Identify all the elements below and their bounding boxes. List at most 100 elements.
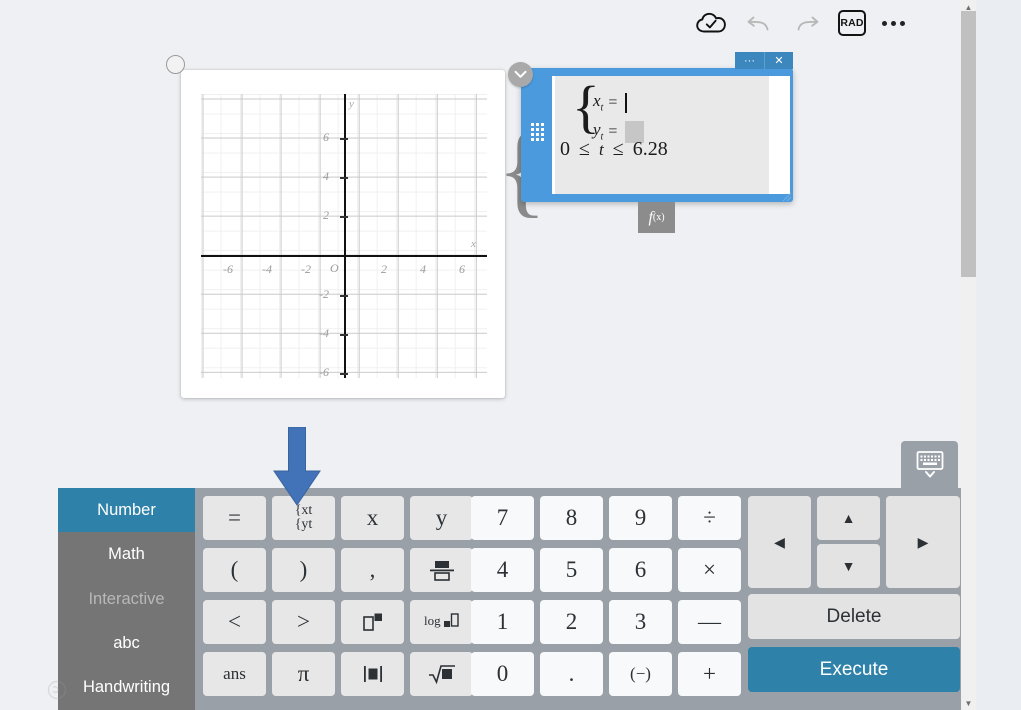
key-decimal-point[interactable]: . — [540, 652, 603, 696]
angle-mode-button[interactable]: RAD — [838, 10, 866, 36]
cloud-check-icon-svg — [696, 12, 726, 33]
svg-text:log: log — [424, 613, 441, 628]
x-tick-label: -4 — [262, 262, 272, 276]
negative-sign-label: (−) — [630, 664, 651, 683]
key-fraction[interactable] — [410, 548, 473, 592]
undo-icon[interactable] — [742, 6, 776, 40]
workspace: RAD 6 4 2 -2 -4 -6 -6 -4 -2 2 4 6 O y x … — [0, 0, 968, 710]
graph-card[interactable]: 6 4 2 -2 -4 -6 -6 -4 -2 2 4 6 O y x — [166, 55, 505, 398]
redo-icon-svg — [797, 16, 819, 31]
key-ans[interactable]: ans — [203, 652, 266, 696]
grip-dot — [531, 123, 534, 126]
key-comma[interactable]: , — [341, 548, 404, 592]
y-tick — [340, 333, 348, 336]
function-button[interactable]: f (x) — [638, 202, 675, 233]
arrow-down-button[interactable]: ▼ — [817, 544, 880, 588]
key-multiply[interactable]: × — [678, 548, 741, 592]
keyboard-hide-icon — [916, 450, 943, 477]
key-6[interactable]: 6 — [609, 548, 672, 592]
key-4[interactable]: 4 — [471, 548, 534, 592]
execute-button[interactable]: Execute — [748, 647, 960, 692]
var-letter: x — [593, 91, 601, 111]
parametric-equation-panel[interactable]: ··· ✕ {xt = yt = 0 ≤ t ≤ 6.28 — [508, 52, 793, 202]
panel-more-button[interactable]: ··· — [735, 52, 764, 69]
grip-dot — [541, 123, 544, 126]
arrow-pad: ◀ ▲ ▼ ▶ — [748, 496, 960, 588]
key-minus[interactable]: — — [678, 600, 741, 644]
arrow-left-button[interactable]: ◀ — [748, 496, 811, 588]
tab-number[interactable]: Number — [58, 488, 195, 533]
key-3[interactable]: 3 — [609, 600, 672, 644]
keyboard-mode-tabs: Number Math Interactive abc Handwriting — [58, 488, 195, 710]
keyboard-hide-button[interactable] — [901, 441, 958, 488]
key-logarithm[interactable]: log — [410, 600, 473, 644]
key-parametric[interactable]: {xt {yt — [272, 496, 335, 540]
equation-row-x[interactable]: xt = — [593, 88, 644, 117]
y-tick — [340, 294, 348, 297]
chevron-down-icon[interactable] — [508, 62, 533, 87]
key-y[interactable]: y — [410, 496, 473, 540]
grip-dot — [541, 128, 544, 131]
y-tick — [340, 137, 348, 140]
grip-dot — [541, 138, 544, 141]
key-8[interactable]: 8 — [540, 496, 603, 540]
graph-card-handle[interactable] — [166, 55, 185, 74]
key-less-than[interactable]: < — [203, 600, 266, 644]
arrow-up-button[interactable]: ▲ — [817, 496, 880, 540]
key-9[interactable]: 9 — [609, 496, 672, 540]
parameter-range-row[interactable]: 0 ≤ t ≤ 6.28 — [560, 138, 668, 161]
key-2[interactable]: 2 — [540, 600, 603, 644]
y-tick — [340, 176, 348, 179]
key-negative-sign[interactable]: (−) — [609, 652, 672, 696]
more-options-icon[interactable] — [880, 15, 907, 32]
key-equals[interactable]: = — [203, 496, 266, 540]
key-divide[interactable]: ÷ — [678, 496, 741, 540]
tab-math[interactable]: Math — [58, 532, 195, 576]
key-open-paren[interactable]: ( — [203, 548, 266, 592]
y-tick-label: 4 — [323, 169, 329, 183]
key-0[interactable]: 0 — [471, 652, 534, 696]
key-square-root[interactable] — [410, 652, 473, 696]
range-upper-bound: 6.28 — [632, 138, 668, 160]
panel-titlebar: ··· ✕ — [735, 52, 793, 69]
tab-abc[interactable]: abc — [58, 621, 195, 665]
parametric-glyph: {xt {yt — [294, 503, 313, 532]
app-root: RAD 6 4 2 -2 -4 -6 -6 -4 -2 2 4 6 O y x … — [0, 0, 1021, 710]
key-5[interactable]: 5 — [540, 548, 603, 592]
soft-keyboard: Number Math Interactive abc Handwriting … — [58, 488, 968, 710]
panel-resize-handle[interactable] — [780, 189, 792, 202]
grip-dot — [536, 138, 539, 141]
text-caret — [625, 92, 627, 113]
log-icon: log — [424, 613, 459, 628]
panel-close-button[interactable]: ✕ — [764, 52, 793, 69]
coordinate-plane[interactable]: 6 4 2 -2 -4 -6 -6 -4 -2 2 4 6 O y x — [201, 94, 487, 378]
x-tick-label: 4 — [420, 262, 426, 276]
key-close-paren[interactable]: ) — [272, 548, 335, 592]
key-7[interactable]: 7 — [471, 496, 534, 540]
key-greater-than[interactable]: > — [272, 600, 335, 644]
scrollbar-thumb[interactable] — [961, 11, 976, 277]
cloud-check-icon[interactable] — [694, 6, 728, 40]
key-x[interactable]: x — [341, 496, 404, 540]
drag-grip-icon[interactable] — [531, 123, 544, 147]
grip-dot — [536, 123, 539, 126]
equals-sign: = — [608, 93, 618, 111]
delete-button[interactable]: Delete — [748, 594, 960, 639]
tab-handwriting[interactable]: Handwriting — [58, 666, 195, 710]
key-1[interactable]: 1 — [471, 600, 534, 644]
grip-dot — [536, 133, 539, 136]
vertical-scrollbar[interactable]: ▲ ▼ — [961, 0, 976, 710]
key-absolute-value[interactable] — [341, 652, 404, 696]
function-keypad: = {xt {yt x y ( ) , < > log ans π — [203, 496, 473, 696]
key-plus[interactable]: + — [678, 652, 741, 696]
arrow-right-button[interactable]: ▶ — [886, 496, 960, 588]
redo-icon[interactable] — [790, 6, 824, 40]
key-pi[interactable]: π — [272, 652, 335, 696]
equation-input-area[interactable]: { xt = yt = 0 ≤ t ≤ 6.28 — [552, 76, 769, 194]
key-power[interactable] — [341, 600, 404, 644]
undo-icon-svg — [747, 16, 769, 31]
scroll-down-arrow-icon[interactable]: ▼ — [961, 696, 976, 710]
keyboard-controls: ◀ ▲ ▼ ▶ Delete Execute — [748, 496, 960, 702]
x-tick-label: -2 — [301, 262, 311, 276]
y-tick-label: -4 — [319, 326, 329, 340]
